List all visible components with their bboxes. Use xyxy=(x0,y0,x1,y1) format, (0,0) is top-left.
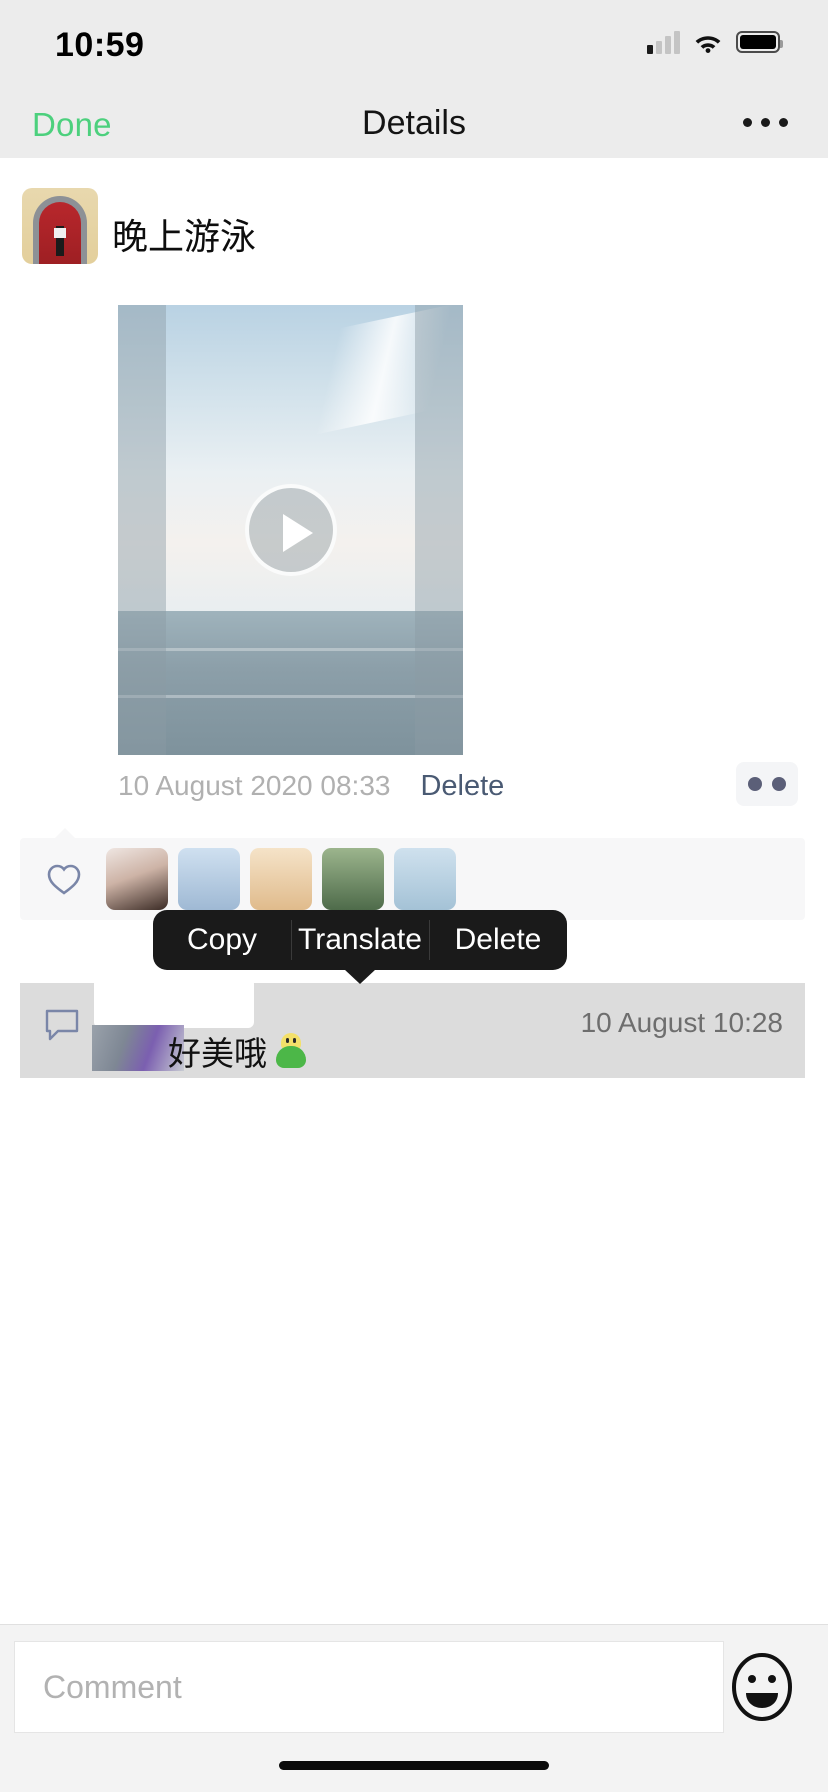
play-icon[interactable] xyxy=(244,484,337,576)
navigation-bar: Done Details xyxy=(0,88,828,158)
context-menu-item-copy[interactable]: Copy xyxy=(153,910,291,970)
status-bar-time: 10:59 xyxy=(55,26,145,64)
cellular-signal-icon xyxy=(647,30,680,54)
post-delete-link[interactable]: Delete xyxy=(420,770,504,803)
post-meta: 10 August 2020 08:33 Delete xyxy=(118,770,504,803)
home-indicator xyxy=(279,1761,549,1770)
status-bar-indicators xyxy=(647,30,783,54)
redacted-username xyxy=(94,978,254,1028)
details-content: 晚上游泳 10 August 2020 08:33 Delete Copy Tr… xyxy=(0,158,828,1792)
status-bar: 10:59 xyxy=(0,0,828,88)
like-avatar-list[interactable] xyxy=(106,848,456,910)
comment-bubble-icon xyxy=(44,1009,80,1041)
qq-green-emoji-icon xyxy=(273,1033,309,1069)
post-item: 晚上游泳 10 August 2020 08:33 Delete xyxy=(0,158,828,806)
more-options-button[interactable] xyxy=(743,104,788,140)
user-avatar[interactable] xyxy=(22,188,98,264)
like-avatar[interactable] xyxy=(106,848,168,910)
post-actions-button[interactable] xyxy=(736,762,798,806)
context-menu-item-delete[interactable]: Delete xyxy=(429,910,567,970)
heart-outline-icon[interactable] xyxy=(46,862,82,896)
video-thumbnail[interactable] xyxy=(118,305,463,755)
wifi-icon xyxy=(693,31,723,53)
comment-text-wrapper: 好美哦 xyxy=(168,1027,309,1075)
like-avatar[interactable] xyxy=(322,848,384,910)
like-avatar[interactable] xyxy=(178,848,240,910)
smiley-face-icon[interactable] xyxy=(726,1651,798,1723)
like-avatar[interactable] xyxy=(250,848,312,910)
comment-text: 好美哦 xyxy=(168,1035,267,1072)
comment-timestamp: 10 August 10:28 xyxy=(580,1007,783,1038)
context-menu: Copy Translate Delete xyxy=(153,910,567,984)
battery-icon xyxy=(736,31,783,53)
comment-row[interactable]: 好美哦 10 August 10:28 xyxy=(20,978,805,1078)
context-menu-item-translate[interactable]: Translate xyxy=(291,910,429,970)
post-author-name[interactable]: 晚上游泳 xyxy=(112,208,256,260)
page-title: Details xyxy=(362,104,466,142)
post-timestamp: 10 August 2020 08:33 xyxy=(118,770,391,801)
likes-row[interactable] xyxy=(20,828,805,920)
comment-compose-bar: Comment xyxy=(0,1624,828,1792)
comment-input[interactable]: Comment xyxy=(14,1641,724,1733)
like-avatar[interactable] xyxy=(394,848,456,910)
